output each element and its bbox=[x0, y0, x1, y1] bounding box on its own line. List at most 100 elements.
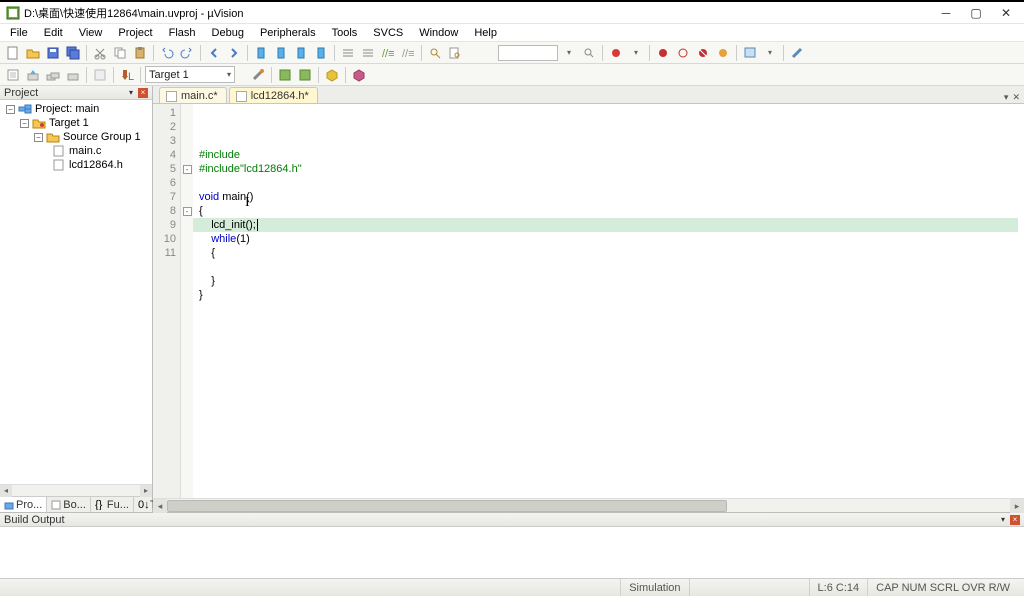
code-line[interactable]: #include bbox=[199, 148, 1024, 162]
build-output-body[interactable] bbox=[0, 527, 1024, 578]
target-dropdown-icon[interactable] bbox=[237, 66, 247, 84]
download-icon[interactable]: LOAD bbox=[118, 66, 136, 84]
uncomment-icon[interactable]: //≡ bbox=[399, 44, 417, 62]
project-tab[interactable]: {}Fu... bbox=[91, 497, 134, 512]
code-line[interactable] bbox=[199, 260, 1024, 274]
stop-build-icon[interactable] bbox=[91, 66, 109, 84]
expander-icon[interactable]: − bbox=[6, 105, 15, 114]
debug-icon[interactable] bbox=[607, 44, 625, 62]
new-file-icon[interactable] bbox=[4, 44, 22, 62]
code-line[interactable]: } bbox=[199, 274, 1024, 288]
paste-icon[interactable] bbox=[131, 44, 149, 62]
select-packs-icon[interactable] bbox=[296, 66, 314, 84]
minimize-button[interactable]: ─ bbox=[940, 6, 952, 20]
comment-icon[interactable]: //≡ bbox=[379, 44, 397, 62]
menu-peripherals[interactable]: Peripherals bbox=[254, 26, 322, 40]
manage-rte-icon[interactable] bbox=[276, 66, 294, 84]
save-all-icon[interactable] bbox=[64, 44, 82, 62]
breakpoint-kill-icon[interactable] bbox=[694, 44, 712, 62]
code-line[interactable]: void main() bbox=[199, 190, 1024, 204]
code-line[interactable]: } bbox=[199, 288, 1024, 302]
outdent-icon[interactable] bbox=[359, 44, 377, 62]
pane-close-icon[interactable]: × bbox=[1010, 515, 1020, 525]
config-icon[interactable] bbox=[788, 44, 806, 62]
menu-debug[interactable]: Debug bbox=[206, 26, 250, 40]
nav-back-icon[interactable] bbox=[205, 44, 223, 62]
code-line[interactable]: lcd_init(); bbox=[193, 218, 1018, 232]
project-tab[interactable]: Pro... bbox=[0, 497, 47, 512]
project-hscroll[interactable]: ◂▸ bbox=[0, 484, 152, 496]
breakpoint-enable-icon[interactable] bbox=[714, 44, 732, 62]
bookmark-prev-icon[interactable] bbox=[272, 44, 290, 62]
menu-flash[interactable]: Flash bbox=[163, 26, 202, 40]
open-file-icon[interactable] bbox=[24, 44, 42, 62]
bookmark-clear-icon[interactable] bbox=[312, 44, 330, 62]
fold-icon[interactable]: - bbox=[183, 207, 192, 216]
redo-icon[interactable] bbox=[178, 44, 196, 62]
tab-dropdown-icon[interactable]: ▾ bbox=[1004, 92, 1009, 103]
pane-dropdown-icon[interactable]: ▾ bbox=[998, 515, 1008, 525]
batch-build-icon[interactable] bbox=[64, 66, 82, 84]
window-dropdown-icon[interactable]: ▾ bbox=[761, 44, 779, 62]
tab-close-icon[interactable]: ✕ bbox=[1012, 92, 1020, 103]
editor-hscroll[interactable]: ◂▸ bbox=[153, 498, 1024, 512]
tree-file[interactable]: main.c bbox=[2, 144, 152, 158]
find-icon[interactable] bbox=[426, 44, 444, 62]
close-button[interactable]: ✕ bbox=[1000, 6, 1012, 20]
find-files-icon[interactable] bbox=[446, 44, 464, 62]
build-icon[interactable] bbox=[24, 66, 42, 84]
menu-window[interactable]: Window bbox=[413, 26, 464, 40]
incremental-find-icon[interactable] bbox=[580, 44, 598, 62]
tree-target[interactable]: − Target 1 bbox=[2, 116, 152, 130]
menu-file[interactable]: File bbox=[4, 26, 34, 40]
menu-edit[interactable]: Edit bbox=[38, 26, 69, 40]
project-tree[interactable]: − Project: main − Target 1 − Source Grou… bbox=[0, 100, 152, 484]
cut-icon[interactable] bbox=[91, 44, 109, 62]
expander-icon[interactable]: − bbox=[34, 133, 43, 142]
menu-help[interactable]: Help bbox=[468, 26, 503, 40]
maximize-button[interactable]: ▢ bbox=[970, 6, 982, 20]
project-tab[interactable]: Bo... bbox=[47, 497, 91, 512]
save-icon[interactable] bbox=[44, 44, 62, 62]
options-icon[interactable] bbox=[249, 66, 267, 84]
menu-svcs[interactable]: SVCS bbox=[367, 26, 409, 40]
editor-tab[interactable]: main.c* bbox=[159, 87, 227, 103]
debug-dropdown-icon[interactable]: ▾ bbox=[627, 44, 645, 62]
bookmark-icon[interactable] bbox=[252, 44, 270, 62]
menu-project[interactable]: Project bbox=[112, 26, 158, 40]
target-selector[interactable]: Target 1 bbox=[145, 66, 235, 83]
indent-icon[interactable] bbox=[339, 44, 357, 62]
tree-project[interactable]: − Project: main bbox=[2, 102, 152, 116]
code-area[interactable]: I #include#include"lcd12864.h"void main(… bbox=[193, 104, 1024, 498]
code-line[interactable]: #include"lcd12864.h" bbox=[199, 162, 1024, 176]
code-line[interactable]: { bbox=[199, 246, 1024, 260]
undo-icon[interactable] bbox=[158, 44, 176, 62]
expander-icon[interactable]: − bbox=[20, 119, 29, 128]
translate-icon[interactable] bbox=[4, 66, 22, 84]
code-line[interactable] bbox=[199, 176, 1024, 190]
pane-dropdown-icon[interactable]: ▾ bbox=[126, 88, 136, 98]
menu-bar: File Edit ViewProject Flash Debug Peripherals… bbox=[0, 24, 1024, 42]
code-line[interactable]: while(1) bbox=[199, 232, 1024, 246]
window-icon[interactable] bbox=[741, 44, 759, 62]
code-line[interactable]: { bbox=[199, 204, 1024, 218]
bookmark-next-icon[interactable] bbox=[292, 44, 310, 62]
code-editor[interactable]: 1234567891011 -- I #include#include"lcd1… bbox=[153, 104, 1024, 498]
editor-tab[interactable]: lcd12864.h* bbox=[229, 87, 318, 103]
find-dropdown-icon[interactable]: ▾ bbox=[560, 44, 578, 62]
tree-file[interactable]: lcd12864.h bbox=[2, 158, 152, 172]
find-combo[interactable] bbox=[498, 45, 558, 61]
menu-tools[interactable]: Tools bbox=[326, 26, 364, 40]
pane-close-icon[interactable]: × bbox=[138, 88, 148, 98]
books-icon[interactable] bbox=[350, 66, 368, 84]
tree-group[interactable]: − Source Group 1 bbox=[2, 130, 152, 144]
breakpoint-disable-icon[interactable] bbox=[674, 44, 692, 62]
pack-installer-icon[interactable] bbox=[323, 66, 341, 84]
nav-fwd-icon[interactable] bbox=[225, 44, 243, 62]
copy-icon[interactable] bbox=[111, 44, 129, 62]
fold-gutter[interactable]: -- bbox=[181, 104, 193, 498]
rebuild-icon[interactable] bbox=[44, 66, 62, 84]
breakpoint-icon[interactable] bbox=[654, 44, 672, 62]
fold-icon[interactable]: - bbox=[183, 165, 192, 174]
menu-view[interactable]: View bbox=[73, 26, 109, 40]
